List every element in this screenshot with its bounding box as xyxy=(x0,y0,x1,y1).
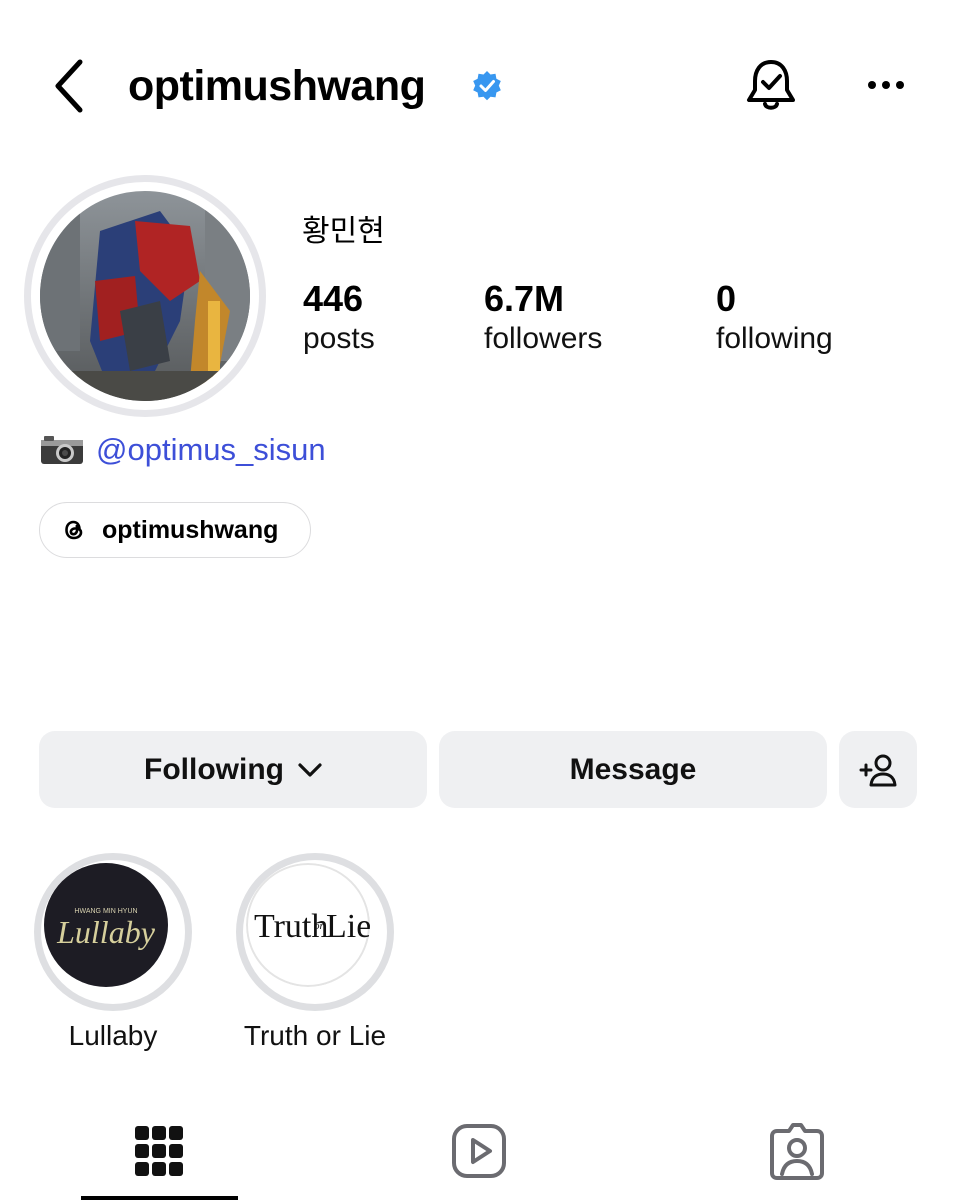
bell-check-icon xyxy=(747,60,795,110)
tagged-person-icon xyxy=(770,1123,824,1180)
profile-username: optimushwang xyxy=(128,62,426,110)
active-tab-indicator xyxy=(81,1196,238,1200)
threads-icon xyxy=(65,520,83,540)
profile-full-name: 황민현 xyxy=(302,214,385,249)
add-user-icon xyxy=(859,754,897,786)
notifications-button[interactable] xyxy=(740,54,802,116)
lullaby-cover-title: Lullaby xyxy=(56,914,156,950)
chevron-left-icon xyxy=(55,59,83,113)
camera-icon xyxy=(41,436,83,464)
profile-photo xyxy=(40,191,250,401)
highlight-truth-or-lie[interactable]: Truth or Lie xyxy=(236,853,394,1011)
highlight-cover-truth-or-lie: Truth or Lie xyxy=(246,863,370,987)
highlight-label: Truth or Lie xyxy=(243,1020,387,1051)
suggest-users-button[interactable] xyxy=(839,731,917,808)
stat-posts[interactable]: 446 posts xyxy=(303,278,375,358)
chevron-down-icon xyxy=(298,762,322,777)
followers-label: followers xyxy=(484,322,603,355)
message-button[interactable]: Message xyxy=(439,731,827,808)
threads-username: optimushwang xyxy=(102,515,279,544)
bio-mention-link[interactable]: @optimus_sisun xyxy=(96,430,326,470)
highlight-cover-lullaby: HWANG MIN HYUN Lullaby xyxy=(44,863,168,987)
stat-following[interactable]: 0 following xyxy=(716,278,833,358)
verified-badge-icon xyxy=(471,70,503,102)
more-horizontal-icon xyxy=(868,81,904,89)
tab-grid[interactable] xyxy=(124,1116,194,1186)
following-label: following xyxy=(716,322,833,355)
tab-reels[interactable] xyxy=(444,1116,514,1186)
message-button-label: Message xyxy=(569,752,697,786)
stat-followers[interactable]: 6.7M followers xyxy=(484,278,602,358)
posts-count: 446 xyxy=(303,278,364,319)
highlight-label: Lullaby xyxy=(68,1020,158,1051)
profile-bio: @optimus_sisun xyxy=(40,430,326,470)
following-button[interactable]: Following xyxy=(39,731,427,808)
truth-cover-word-2: or xyxy=(314,920,325,932)
following-button-label: Following xyxy=(144,752,284,786)
followers-count: 6.7M xyxy=(484,278,565,319)
reels-play-icon xyxy=(452,1124,506,1178)
more-options-button[interactable] xyxy=(860,70,912,100)
profile-avatar[interactable] xyxy=(24,175,266,417)
truth-cover-word-3: Lie xyxy=(326,908,370,945)
tab-tagged[interactable] xyxy=(762,1116,832,1186)
highlight-lullaby[interactable]: HWANG MIN HYUN Lullaby xyxy=(34,853,192,1011)
following-count: 0 xyxy=(716,278,737,319)
posts-label: posts xyxy=(303,322,375,355)
threads-badge[interactable]: optimushwang xyxy=(39,502,311,558)
grid-icon xyxy=(135,1126,183,1176)
back-button[interactable] xyxy=(48,56,90,116)
